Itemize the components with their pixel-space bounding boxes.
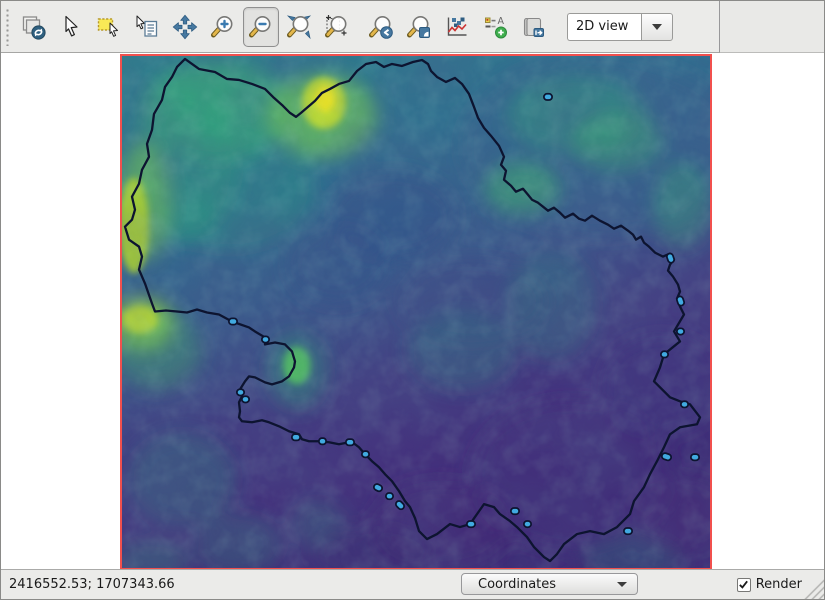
zoom-back-button[interactable] [363, 7, 399, 47]
print-map-button[interactable] [515, 7, 551, 47]
toolbar-grip-handle[interactable] [4, 8, 11, 46]
render-option: Render [737, 570, 802, 599]
zoom-extent-icon [286, 14, 312, 40]
map-display-window: A 2D view [0, 0, 825, 600]
select-region-button[interactable] [91, 7, 127, 47]
window-resize-grip[interactable] [800, 575, 824, 599]
zoom-out-button[interactable] [243, 7, 279, 47]
statusbar-mode-value: Coordinates [478, 577, 556, 592]
view-mode-combobox: 2D view [567, 13, 673, 41]
zoom-back-icon [368, 14, 394, 40]
statusbar: 2416552.53; 1707343.66 Coordinates Rende… [1, 569, 824, 599]
pointer-icon [58, 14, 84, 40]
map-display[interactable] [120, 54, 712, 569]
render-map-icon [20, 14, 46, 40]
toolbar-row: A 2D view [1, 1, 824, 53]
map-canvas-area[interactable] [1, 53, 824, 569]
pointer-coordinates: 2416552.53; 1707343.66 [9, 577, 175, 592]
elevation-raster-layer [122, 56, 710, 568]
select-region-icon [96, 14, 122, 40]
pan-icon [172, 14, 198, 40]
pan-button[interactable] [167, 7, 203, 47]
zoom-region-button[interactable] [319, 7, 355, 47]
zoom-region-icon [324, 14, 350, 40]
print-map-icon [520, 14, 546, 40]
query-button[interactable] [129, 7, 165, 47]
toolbar-empty-area [720, 1, 824, 53]
view-mode-value[interactable]: 2D view [567, 13, 641, 41]
add-overlay-icon: A [482, 14, 508, 40]
zoom-to-map-icon [406, 14, 432, 40]
zoom-in-button[interactable] [205, 7, 241, 47]
analyze-map-button[interactable] [439, 7, 475, 47]
zoom-to-map-button[interactable] [401, 7, 437, 47]
zoom-out-icon [248, 14, 274, 40]
statusbar-mode-selector[interactable]: Coordinates [461, 573, 638, 595]
render-checkbox-label: Render [756, 577, 802, 592]
view-mode-dropdown-button[interactable] [641, 13, 673, 41]
check-icon [738, 579, 749, 590]
analyze-chart-icon [444, 14, 470, 40]
chevron-down-icon [617, 582, 627, 587]
svg-text:A: A [498, 16, 505, 27]
zoom-in-icon [210, 14, 236, 40]
render-map-button[interactable] [15, 7, 51, 47]
add-overlay-button[interactable]: A [477, 7, 513, 47]
query-vector-icon [134, 14, 160, 40]
map-toolbar: A 2D view [1, 1, 720, 53]
render-checkbox[interactable] [737, 578, 751, 592]
zoom-extent-button[interactable] [281, 7, 317, 47]
chevron-down-icon [652, 24, 662, 30]
pointer-button[interactable] [53, 7, 89, 47]
